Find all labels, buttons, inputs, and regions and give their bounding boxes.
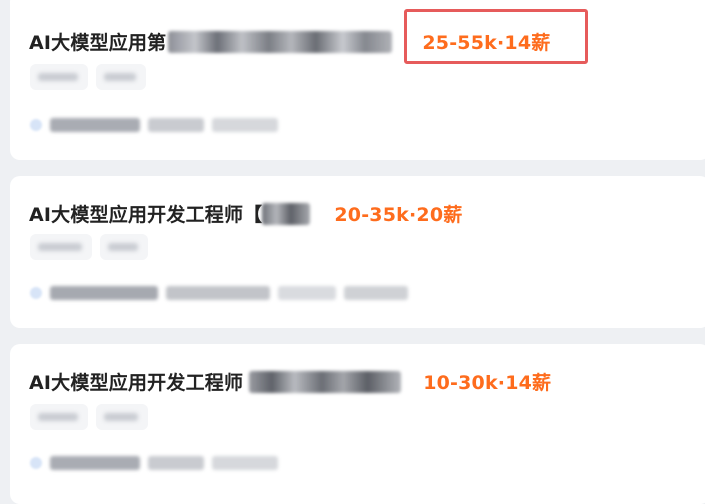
company-info-row: [30, 456, 278, 470]
redacted-title-text: [168, 30, 393, 53]
job-title[interactable]: AI大模型应用第: [29, 28, 166, 55]
tag-redacted: [100, 234, 148, 260]
company-info-redacted: [212, 456, 278, 470]
salary-highlight-box: [404, 9, 588, 64]
company-logo-icon: [30, 457, 42, 469]
tag-redacted: [96, 404, 148, 430]
redacted-title-text: [262, 202, 311, 225]
job-title[interactable]: AI大模型应用开发工程师【: [29, 200, 262, 227]
company-info-redacted: [166, 286, 270, 300]
salary: 20-35k·20薪: [334, 204, 463, 226]
tag-redacted: [30, 404, 88, 430]
company-info-redacted: [50, 118, 140, 132]
salary: 10-30k·14薪: [423, 372, 552, 394]
job-card[interactable]: AI大模型应用第 25-55k·14薪: [10, 0, 705, 160]
redacted-title-text: [249, 370, 402, 393]
job-title-row: AI大模型应用开发工程师 10-30k·14薪: [29, 368, 551, 395]
job-card[interactable]: AI大模型应用开发工程师【 20-35k·20薪: [10, 176, 705, 328]
company-logo-icon: [30, 119, 42, 131]
tag-redacted: [96, 64, 146, 90]
job-tags: [30, 404, 148, 430]
company-info-row: [30, 286, 408, 300]
job-title-row: AI大模型应用开发工程师【 20-35k·20薪: [29, 200, 462, 227]
company-info-redacted: [212, 118, 278, 132]
company-info-redacted: [148, 118, 204, 132]
tag-redacted: [30, 64, 88, 90]
company-info-redacted: [278, 286, 336, 300]
job-tags: [30, 234, 148, 260]
company-info-redacted: [148, 456, 204, 470]
job-tags: [30, 64, 146, 90]
job-card[interactable]: AI大模型应用开发工程师 10-30k·14薪: [10, 344, 705, 504]
company-logo-icon: [30, 287, 42, 299]
job-title[interactable]: AI大模型应用开发工程师: [29, 368, 243, 395]
tag-redacted: [30, 234, 92, 260]
company-info-redacted: [50, 286, 158, 300]
company-info-redacted: [344, 286, 408, 300]
company-info-row: [30, 118, 278, 132]
company-info-redacted: [50, 456, 140, 470]
